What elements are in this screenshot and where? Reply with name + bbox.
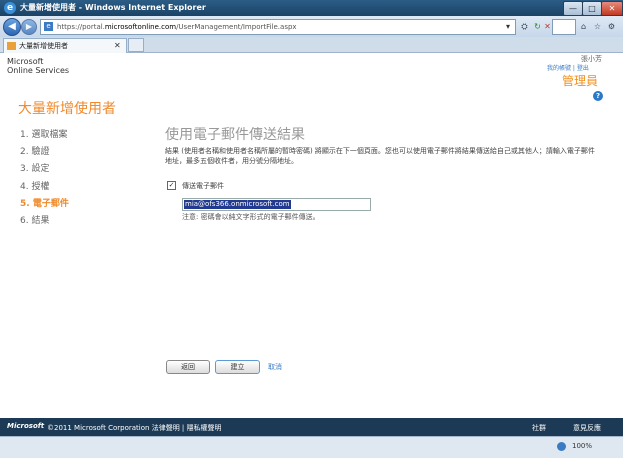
maximize-button[interactable]: □ [582, 1, 602, 16]
step-email: 5. 電子郵件 [20, 199, 69, 209]
address-bar-row: ◀ ▶ e https://portal.microsoftonline.com… [0, 16, 623, 37]
community-link[interactable]: 社群 [532, 423, 546, 433]
description-text: 結果 (使用者名稱和使用者名稱所屬的暫時密碼) 將顯示在下一個頁面。您也可以使用… [165, 147, 595, 165]
brand-logo-line2: Online Services [7, 66, 70, 75]
url-text: https://portal.microsoftonline.com/UserM… [57, 23, 297, 31]
window-title: 大量新增使用者 - Windows Internet Explorer [20, 3, 206, 12]
password-note: 注意: 密碼會以純文字形式的電子郵件傳送。 [182, 213, 320, 221]
account-links[interactable]: 我的帳號 | 登出 [547, 63, 589, 72]
search-input[interactable] [552, 19, 576, 35]
back-step-button[interactable]: 返回 [166, 360, 210, 374]
tab-bar: 大量新增使用者 ✕ [0, 37, 623, 53]
cancel-link[interactable]: 取消 [268, 362, 282, 372]
browser-tab[interactable]: 大量新增使用者 ✕ [3, 38, 127, 53]
tab-favicon-icon [7, 42, 16, 50]
back-button[interactable]: ◀ [3, 18, 21, 36]
close-window-button[interactable]: ✕ [601, 1, 623, 16]
email-value: mia@ofs366.onmicrosoft.com [184, 200, 291, 209]
step-results: 6. 結果 [20, 216, 50, 226]
window-title-bar: e 大量新增使用者 - Windows Internet Explorer — … [0, 0, 623, 16]
step-license: 4. 授權 [20, 182, 50, 192]
compat-view-icon[interactable]: ⛭ [518, 20, 531, 33]
status-bar: 100% [0, 436, 623, 458]
favorites-icon[interactable]: ☆ [591, 20, 604, 33]
create-button[interactable]: 建立 [215, 360, 260, 374]
forward-button[interactable]: ▶ [21, 19, 37, 35]
send-email-label: 傳送電子郵件 [182, 182, 224, 190]
step-select-file: 1. 選取檔案 [20, 130, 68, 140]
help-icon[interactable]: ? [593, 91, 603, 101]
address-dropdown-icon[interactable]: ▾ [506, 20, 510, 33]
brand-logo-line1: Microsoft [7, 57, 44, 66]
minimize-button[interactable]: — [563, 1, 583, 16]
home-icon[interactable]: ⌂ [577, 20, 590, 33]
zoom-level[interactable]: 100% [572, 442, 592, 450]
section-title: 使用電子郵件傳送結果 [165, 127, 305, 143]
footer-logo: Microsoft [7, 422, 45, 430]
footer-copyright[interactable]: ©2011 Microsoft Corporation 法律聲明 | 隱私權聲明 [47, 423, 222, 433]
send-email-checkbox[interactable]: ✓ [167, 181, 176, 190]
ie-logo-icon: e [4, 2, 16, 14]
email-field[interactable]: mia@ofs366.onmicrosoft.com [182, 198, 371, 211]
step-verify: 2. 驗證 [20, 147, 50, 157]
new-tab-button[interactable] [128, 38, 144, 52]
address-input[interactable]: e https://portal.microsoftonline.com/Use… [40, 19, 516, 35]
tab-label: 大量新增使用者 [19, 42, 68, 50]
zone-globe-icon [557, 442, 566, 451]
tools-icon[interactable]: ⚙ [605, 20, 618, 33]
step-settings: 3. 設定 [20, 164, 50, 174]
role-label: 管理員 [562, 74, 599, 88]
page-footer: Microsoft ©2011 Microsoft Corporation 法律… [0, 418, 623, 436]
feedback-link[interactable]: 意見反應 [573, 423, 601, 433]
tab-close-icon[interactable]: ✕ [114, 40, 121, 52]
page-icon: e [44, 22, 53, 31]
page-title: 大量新增使用者 [18, 101, 116, 117]
